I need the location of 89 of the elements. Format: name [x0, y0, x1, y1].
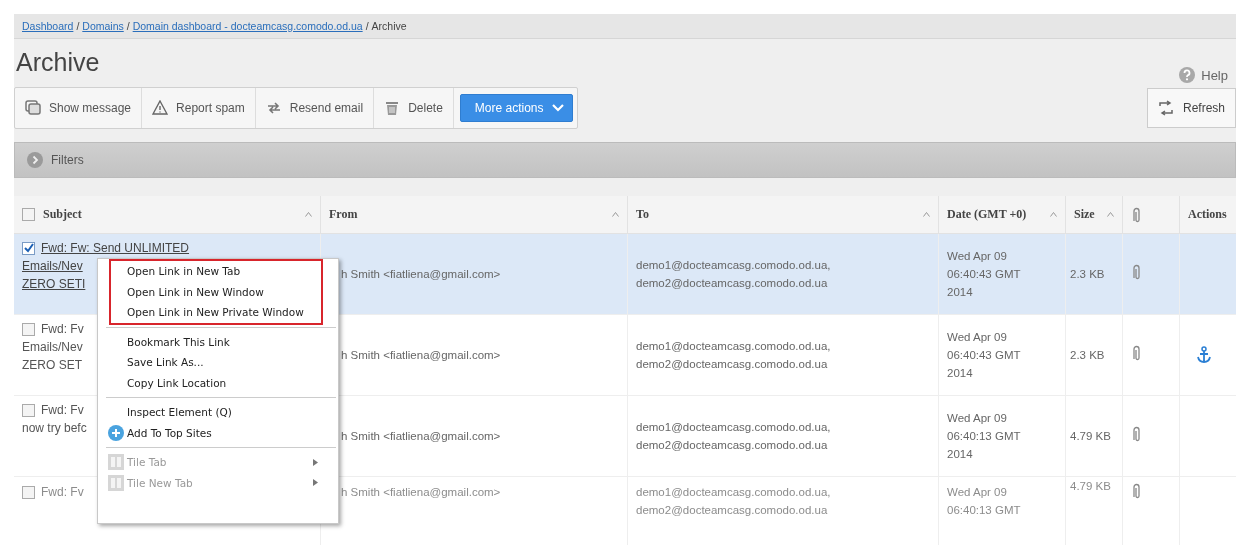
trash-icon [384, 100, 401, 116]
select-all-checkbox[interactable] [22, 208, 35, 221]
help-icon [1179, 67, 1196, 83]
refresh-button[interactable]: Refresh [1146, 88, 1236, 128]
paperclip-icon [1131, 483, 1141, 499]
page-title: Archive [16, 48, 100, 77]
breadcrumb-separator: / [76, 20, 80, 32]
paperclip-icon [1131, 425, 1141, 442]
row-checkbox[interactable] [22, 241, 35, 255]
column-header[interactable]: Size [1074, 207, 1095, 222]
row-checkbox[interactable] [22, 322, 35, 336]
filters-bar[interactable]: Filters [14, 142, 1236, 178]
size-text: 4.79 KB [1070, 430, 1111, 442]
menu-item[interactable]: Open Link in New Window [111, 281, 321, 302]
sender-text: h Smith <fiatliena@gmail.com> [341, 430, 501, 442]
breadcrumb-separator: / [365, 20, 369, 32]
recipient-text: demo2@docteamcasg.comodo.od.ua [636, 276, 829, 291]
menu-item[interactable]: Save Link As... [98, 352, 338, 373]
date-text: Wed Apr 09 [947, 330, 1008, 345]
subject-text: Emails/Nev [22, 339, 83, 356]
paperclip-icon [1131, 263, 1141, 280]
breadcrumb-link[interactable]: Domains [82, 20, 124, 32]
menu-item[interactable]: Inspect Element (Q) [98, 402, 338, 423]
expand-icon [27, 152, 43, 168]
size-text: 2.3 KB [1070, 349, 1105, 361]
date-text: Wed Apr 09 [947, 411, 1008, 426]
subject-text[interactable]: Fwd: Fw: Send UNLIMITED [41, 239, 190, 257]
date-text: 2014 [947, 285, 974, 300]
recipient-text: demo2@docteamcasg.comodo.od.ua [636, 438, 829, 453]
date-text: Wed Apr 09 [947, 485, 1008, 500]
subject-text: now try befc [22, 420, 87, 437]
date-text: 06:40:43 GMT [947, 348, 1022, 363]
recipient-text: demo2@docteamcasg.comodo.od.ua [636, 503, 829, 518]
recipient-text: demo1@docteamcasg.comodo.od.ua, [636, 420, 832, 435]
sender-text: h Smith <fiatliena@gmail.com> [341, 268, 501, 280]
message-icon [25, 100, 41, 116]
toolbar-button[interactable]: Report spam [142, 88, 256, 128]
breadcrumb-link[interactable]: Dashboard [22, 20, 74, 32]
help-link[interactable]: Help [1179, 67, 1228, 83]
tile-icon [108, 474, 124, 491]
date-text: 2014 [947, 366, 974, 381]
subject-text[interactable]: Emails/Nev [22, 257, 83, 275]
filters-label: Filters [51, 153, 84, 167]
subject-text: ZERO SET [22, 357, 82, 374]
column-header[interactable]: From [329, 207, 358, 222]
recipient-text: demo1@docteamcasg.comodo.od.ua, [636, 258, 832, 273]
breadcrumb-separator: / [126, 20, 130, 32]
recipient-text: demo1@docteamcasg.comodo.od.ua, [636, 339, 832, 354]
size-text: 4.79 KB [1070, 480, 1111, 492]
toolbar-button[interactable]: Delete [374, 88, 454, 128]
subject-text: Fwd: Fv [41, 402, 84, 419]
menu-item[interactable]: Bookmark This Link [98, 331, 338, 352]
paperclip-icon [1131, 206, 1141, 223]
date-text: 06:40:13 GMT [947, 503, 1022, 518]
date-text: Wed Apr 09 [947, 249, 1008, 264]
row-checkbox[interactable] [22, 485, 35, 499]
date-text: 06:40:13 GMT [947, 429, 1022, 444]
menu-item[interactable]: Open Link in New Tab [111, 261, 321, 282]
arrows-icon [265, 100, 282, 116]
menu-item[interactable]: Copy Link Location [98, 372, 338, 393]
row-checkbox[interactable] [22, 403, 35, 417]
column-header[interactable]: Subject [43, 207, 82, 222]
subject-text: Fwd: Fv [41, 484, 84, 501]
warning-icon [152, 100, 169, 116]
sender-text: h Smith <fiatliena@gmail.com> [341, 349, 501, 361]
subject-text: Fwd: Fv [41, 321, 84, 338]
date-text: 2014 [947, 447, 974, 462]
recipient-text: demo1@docteamcasg.comodo.od.ua, [636, 485, 832, 500]
submenu-arrow-icon [313, 479, 318, 487]
refresh-icon [1156, 100, 1175, 116]
menu-item[interactable]: Open Link in New Private Window [111, 302, 321, 323]
plus-icon [108, 424, 124, 441]
tile-icon [108, 454, 124, 471]
menu-item[interactable]: Add To Top Sites [98, 422, 338, 443]
anchor-icon[interactable] [1196, 346, 1212, 364]
checkmark-icon [23, 243, 34, 253]
subject-text[interactable]: ZERO SETI [22, 275, 86, 293]
submenu-arrow-icon [313, 458, 318, 466]
column-header[interactable]: To [636, 207, 649, 222]
chevron-down-icon [551, 103, 564, 113]
sender-text: h Smith <fiatliena@gmail.com> [341, 486, 501, 498]
recipient-text: demo2@docteamcasg.comodo.od.ua [636, 357, 829, 372]
date-text: 06:40:43 GMT [947, 267, 1022, 282]
toolbar-button[interactable]: Resend email [255, 88, 375, 128]
toolbar-button[interactable]: Show message [15, 88, 143, 128]
breadcrumb-link[interactable]: Domain dashboard - docteamcasg.comodo.od.ua [132, 20, 363, 32]
size-text: 2.3 KB [1070, 268, 1105, 280]
breadcrumb-current: Archive [371, 20, 407, 32]
paperclip-icon [1131, 344, 1141, 361]
